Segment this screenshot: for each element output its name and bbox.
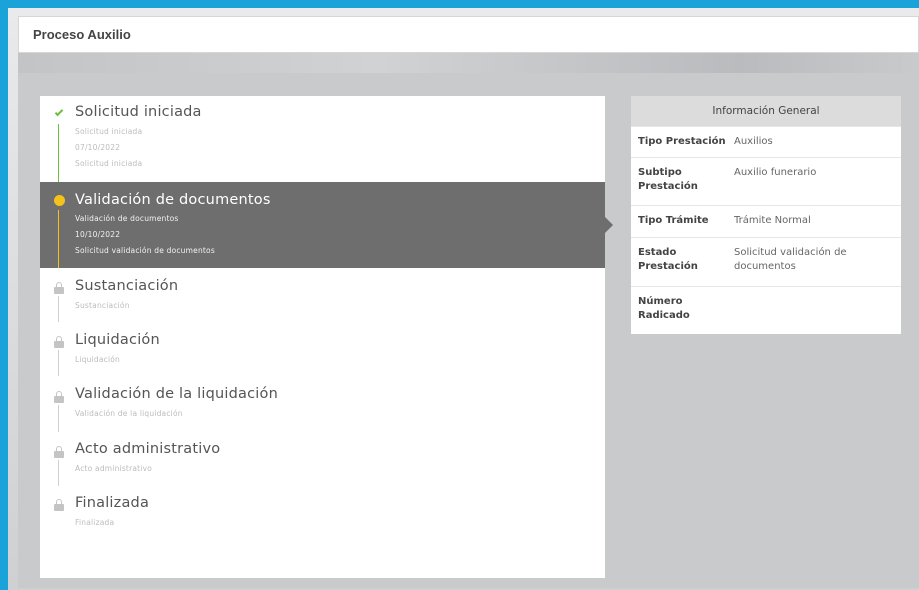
info-label: Estado Prestación bbox=[638, 247, 698, 272]
timeline-connector bbox=[58, 460, 59, 486]
timeline-connector bbox=[58, 350, 59, 376]
info-label: Tipo Trámite bbox=[638, 215, 709, 226]
active-step-pointer bbox=[605, 217, 613, 233]
info-value: Solicitud validación de documentos bbox=[734, 247, 847, 272]
timeline-connector bbox=[58, 296, 59, 322]
step-detail: Liquidación bbox=[75, 355, 120, 364]
lock-icon bbox=[52, 445, 66, 459]
step-status: Solicitud validación de documentos bbox=[75, 246, 215, 255]
timeline-step-sustanciacion[interactable]: Sustanciación Sustanciación bbox=[40, 268, 605, 322]
step-date: 07/10/2022 bbox=[75, 143, 121, 152]
check-icon bbox=[52, 106, 66, 120]
info-value bbox=[734, 287, 901, 334]
step-detail: Acto administrativo bbox=[75, 464, 152, 473]
lock-icon bbox=[52, 281, 66, 295]
timeline-connector bbox=[58, 405, 59, 432]
dot-icon bbox=[52, 193, 66, 207]
step-title: Liquidación bbox=[75, 332, 160, 348]
step-detail: Sustanciación bbox=[75, 301, 130, 310]
info-value: Auxilios bbox=[734, 136, 773, 147]
lock-icon bbox=[52, 335, 66, 349]
step-title: Solicitud iniciada bbox=[75, 104, 202, 120]
timeline-step-validacion-liquidacion[interactable]: Validación de la liquidación Validación … bbox=[40, 376, 605, 432]
timeline-step-solicitud-iniciada[interactable]: Solicitud iniciada Solicitud iniciada 07… bbox=[40, 96, 605, 182]
info-label: Número Radicado bbox=[638, 296, 690, 321]
info-row-tipo-tramite: Tipo Trámite Trámite Normal bbox=[631, 205, 901, 237]
info-row-numero-radicado: Número Radicado bbox=[631, 286, 901, 334]
timeline-step-validacion-documentos[interactable]: Validación de documentos Validación de d… bbox=[40, 182, 605, 268]
step-status: Solicitud iniciada bbox=[75, 159, 143, 168]
step-detail: Validación de la liquidación bbox=[75, 409, 183, 418]
step-detail: Finalizada bbox=[75, 518, 115, 527]
timeline-step-liquidacion[interactable]: Liquidación Liquidación bbox=[40, 322, 605, 376]
info-panel-title: Información General bbox=[631, 96, 901, 126]
page-header: Proceso Auxilio bbox=[18, 16, 919, 53]
lock-icon bbox=[52, 390, 66, 404]
header-band bbox=[18, 53, 919, 73]
step-title: Finalizada bbox=[75, 495, 150, 511]
step-title: Sustanciación bbox=[75, 278, 179, 294]
general-info-panel: Información General Tipo Prestación Auxi… bbox=[631, 96, 901, 334]
step-date: 10/10/2022 bbox=[75, 230, 121, 239]
info-label: Tipo Prestación bbox=[638, 136, 726, 147]
step-title: Validación de documentos bbox=[75, 192, 271, 208]
timeline-step-acto-administrativo[interactable]: Acto administrativo Acto administrativo bbox=[40, 432, 605, 486]
timeline-step-finalizada[interactable]: Finalizada Finalizada bbox=[40, 486, 605, 536]
info-row-subtipo-prestacion: Subtipo Prestación Auxilio funerario bbox=[631, 157, 901, 205]
info-value: Auxilio funerario bbox=[734, 167, 817, 178]
step-detail: Validación de documentos bbox=[75, 214, 179, 223]
info-row-tipo-prestacion: Tipo Prestación Auxilios bbox=[631, 126, 901, 157]
page-title: Proceso Auxilio bbox=[33, 27, 131, 42]
info-value: Trámite Normal bbox=[734, 215, 811, 226]
timeline-connector bbox=[58, 124, 59, 182]
timeline-connector bbox=[58, 210, 59, 268]
step-title: Acto administrativo bbox=[75, 441, 221, 457]
lock-icon bbox=[52, 498, 66, 512]
info-row-estado-prestacion: Estado Prestación Solicitud validación d… bbox=[631, 237, 901, 286]
step-title: Validación de la liquidación bbox=[75, 386, 278, 402]
process-timeline: Solicitud iniciada Solicitud iniciada 07… bbox=[40, 96, 605, 578]
step-detail: Solicitud iniciada bbox=[75, 127, 143, 136]
info-label: Subtipo Prestación bbox=[638, 167, 698, 192]
